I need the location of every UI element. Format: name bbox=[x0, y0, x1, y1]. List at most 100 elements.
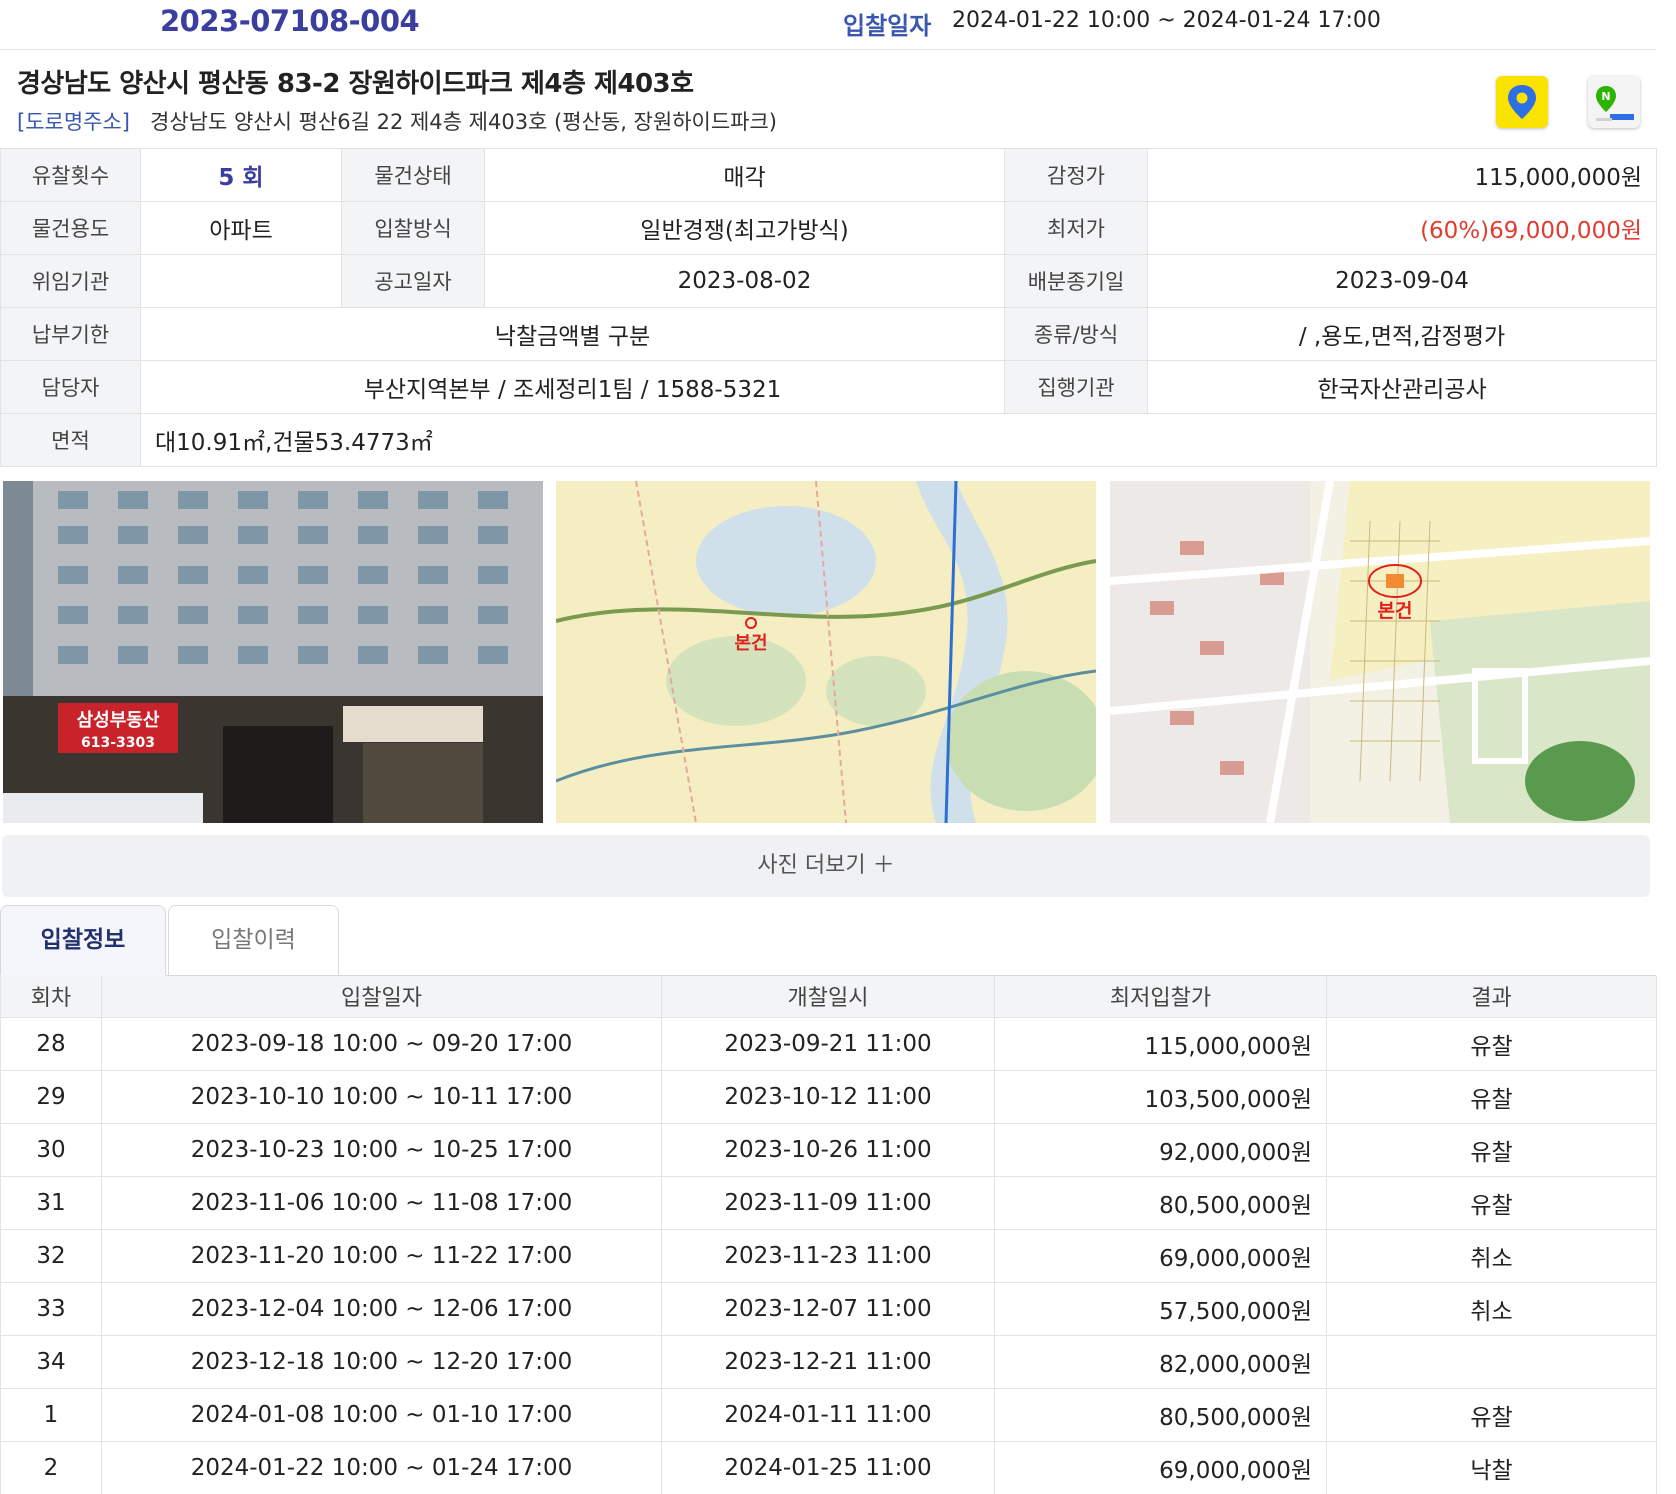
col-header-open-date: 개찰일시 bbox=[661, 976, 995, 1018]
info-row: 위임기관 공고일자 2023-08-02 배분종기일 2023-09-04 bbox=[0, 254, 1657, 308]
bid-method-value: 일반경쟁(최고가방식) bbox=[484, 201, 1005, 255]
area-label: 면적 bbox=[0, 413, 141, 467]
result-cell: 취소 bbox=[1326, 1229, 1657, 1283]
area-map-marker: 본건 bbox=[734, 633, 767, 654]
type-method-label: 종류/방식 bbox=[1004, 307, 1148, 361]
min-bid-cell: 57,500,000원 bbox=[994, 1282, 1327, 1336]
manager-value: 부산지역본부 / 조세정리1팀 / 1588-5321 bbox=[140, 360, 1005, 414]
open-date-cell: 2023-10-26 11:00 bbox=[661, 1123, 995, 1177]
dist-deadline-value: 2023-09-04 bbox=[1147, 254, 1657, 308]
bid-period-cell: 2023-10-23 10:00 ~ 10-25 17:00 bbox=[101, 1123, 662, 1177]
table-row: 30 2023-10-23 10:00 ~ 10-25 17:00 2023-1… bbox=[0, 1123, 1657, 1177]
result-cell: 유찰 bbox=[1326, 1123, 1657, 1177]
usage-value: 아파트 bbox=[140, 201, 342, 255]
case-number: 2023-07108-004 bbox=[160, 4, 420, 38]
round-cell: 2 bbox=[0, 1441, 102, 1494]
info-row: 납부기한 낙찰금액별 구분 종류/방식 / ,용도,면적,감정평가 bbox=[0, 307, 1657, 361]
result-cell: 낙찰 bbox=[1326, 1441, 1657, 1494]
shop-sign-name: 삼성부동산 bbox=[77, 710, 160, 731]
bid-period-cell: 2024-01-08 10:00 ~ 01-10 17:00 bbox=[101, 1388, 662, 1442]
detail-map-marker: 본건 bbox=[1378, 600, 1413, 622]
bid-period-cell: 2023-11-20 10:00 ~ 11-22 17:00 bbox=[101, 1229, 662, 1283]
kakao-map-button[interactable] bbox=[1496, 76, 1548, 128]
info-row: 물건용도 아파트 입찰방식 일반경쟁(최고가방식) 최저가 (60%)69,00… bbox=[0, 201, 1657, 255]
pay-deadline-label: 납부기한 bbox=[0, 307, 141, 361]
round-cell: 1 bbox=[0, 1388, 102, 1442]
col-header-bid-period: 입찰일자 bbox=[101, 976, 662, 1018]
pay-deadline-value: 낙찰금액별 구분 bbox=[140, 307, 1005, 361]
exec-org-label: 집행기관 bbox=[1004, 360, 1148, 414]
area-map-photo[interactable]: 본건 bbox=[556, 481, 1096, 823]
open-date-cell: 2024-01-11 11:00 bbox=[661, 1388, 995, 1442]
building-photo[interactable]: 삼성부동산 613-3303 bbox=[3, 481, 543, 823]
property-info-table: 유찰횟수 5 회 물건상태 매각 감정가 115,000,000원 물건용도 아… bbox=[0, 148, 1657, 467]
table-row: 28 2023-09-18 10:00 ~ 09-20 17:00 2023-0… bbox=[0, 1017, 1657, 1071]
col-header-result: 결과 bbox=[1326, 976, 1657, 1018]
bid-period-cell: 2023-10-10 10:00 ~ 10-11 17:00 bbox=[101, 1070, 662, 1124]
svg-text:N: N bbox=[1601, 90, 1610, 103]
agency-label: 위임기관 bbox=[0, 254, 141, 308]
table-row: 34 2023-12-18 10:00 ~ 12-20 17:00 2023-1… bbox=[0, 1335, 1657, 1389]
round-cell: 28 bbox=[0, 1017, 102, 1071]
usage-label: 물건용도 bbox=[0, 201, 141, 255]
status-value: 매각 bbox=[484, 148, 1005, 202]
tab-bid-info[interactable]: 입찰정보 bbox=[0, 905, 166, 976]
notice-date-value: 2023-08-02 bbox=[484, 254, 1005, 308]
min-bid-cell: 69,000,000원 bbox=[994, 1229, 1327, 1283]
appraisal-label: 감정가 bbox=[1004, 148, 1148, 202]
dist-deadline-label: 배분종기일 bbox=[1004, 254, 1148, 308]
table-row: 32 2023-11-20 10:00 ~ 11-22 17:00 2023-1… bbox=[0, 1229, 1657, 1283]
bid-period-cell: 2024-01-22 10:00 ~ 01-24 17:00 bbox=[101, 1441, 662, 1494]
detail-tabs: 입찰정보 입찰이력 bbox=[0, 905, 1656, 976]
open-date-cell: 2023-11-23 11:00 bbox=[661, 1229, 995, 1283]
open-date-cell: 2023-12-21 11:00 bbox=[661, 1335, 995, 1389]
detail-map-photo[interactable]: 본건 bbox=[1110, 481, 1650, 823]
table-row: 29 2023-10-10 10:00 ~ 10-11 17:00 2023-1… bbox=[0, 1070, 1657, 1124]
agency-value bbox=[140, 254, 342, 308]
round-cell: 29 bbox=[0, 1070, 102, 1124]
result-cell: 취소 bbox=[1326, 1282, 1657, 1336]
bid-period-cell: 2023-12-04 10:00 ~ 12-06 17:00 bbox=[101, 1282, 662, 1336]
min-bid-cell: 69,000,000원 bbox=[994, 1441, 1327, 1494]
road-address-tag: [도로명주소] bbox=[17, 110, 130, 134]
type-method-value: / ,용도,면적,감정평가 bbox=[1147, 307, 1657, 361]
exec-org-value: 한국자산관리공사 bbox=[1147, 360, 1657, 414]
photo-gallery: 삼성부동산 613-3303 본건 본건 bbox=[0, 481, 1656, 823]
min-bid-cell: 80,500,000원 bbox=[994, 1176, 1327, 1230]
appraisal-value: 115,000,000원 bbox=[1147, 148, 1657, 202]
naver-map-button[interactable]: N bbox=[1588, 76, 1640, 128]
status-label: 물건상태 bbox=[341, 148, 485, 202]
result-cell bbox=[1326, 1335, 1657, 1389]
table-row: 31 2023-11-06 10:00 ~ 11-08 17:00 2023-1… bbox=[0, 1176, 1657, 1230]
open-date-cell: 2023-11-09 11:00 bbox=[661, 1176, 995, 1230]
notice-date-label: 공고일자 bbox=[341, 254, 485, 308]
min-bid-cell: 103,500,000원 bbox=[994, 1070, 1327, 1124]
open-date-cell: 2023-10-12 11:00 bbox=[661, 1070, 995, 1124]
round-cell: 32 bbox=[0, 1229, 102, 1283]
min-price-label: 최저가 bbox=[1004, 201, 1148, 255]
table-header-row: 회차 입찰일자 개찰일시 최저입찰가 결과 bbox=[0, 976, 1657, 1018]
tab-bid-history[interactable]: 입찰이력 bbox=[168, 905, 339, 976]
case-header: 2023-07108-004 입찰일자 2024-01-22 10:00 ~ 2… bbox=[0, 0, 1656, 50]
min-bid-cell: 82,000,000원 bbox=[994, 1335, 1327, 1389]
info-row: 면적 대10.91㎡,건물53.4773㎡ bbox=[0, 413, 1657, 467]
result-cell: 유찰 bbox=[1326, 1388, 1657, 1442]
round-cell: 34 bbox=[0, 1335, 102, 1389]
result-cell: 유찰 bbox=[1326, 1070, 1657, 1124]
round-cell: 33 bbox=[0, 1282, 102, 1336]
col-header-round: 회차 bbox=[0, 976, 102, 1018]
min-bid-cell: 80,500,000원 bbox=[994, 1388, 1327, 1442]
bid-period-cell: 2023-12-18 10:00 ~ 12-20 17:00 bbox=[101, 1335, 662, 1389]
round-cell: 31 bbox=[0, 1176, 102, 1230]
result-cell: 유찰 bbox=[1326, 1017, 1657, 1071]
col-header-min-bid: 최저입찰가 bbox=[994, 976, 1327, 1018]
fail-count-value: 5 회 bbox=[140, 148, 342, 202]
more-photos-button[interactable]: 사진 더보기 ＋ bbox=[2, 835, 1650, 897]
fail-count-label: 유찰횟수 bbox=[0, 148, 141, 202]
round-cell: 30 bbox=[0, 1123, 102, 1177]
naver-map-icon: N bbox=[1596, 86, 1634, 121]
min-price-value: (60%)69,000,000원 bbox=[1147, 201, 1657, 255]
area-value: 대10.91㎡,건물53.4773㎡ bbox=[140, 413, 1657, 467]
open-date-cell: 2023-09-21 11:00 bbox=[661, 1017, 995, 1071]
road-address-line: [도로명주소] 경상남도 양산시 평산6길 22 제4층 제403호 (평산동, … bbox=[17, 106, 777, 136]
